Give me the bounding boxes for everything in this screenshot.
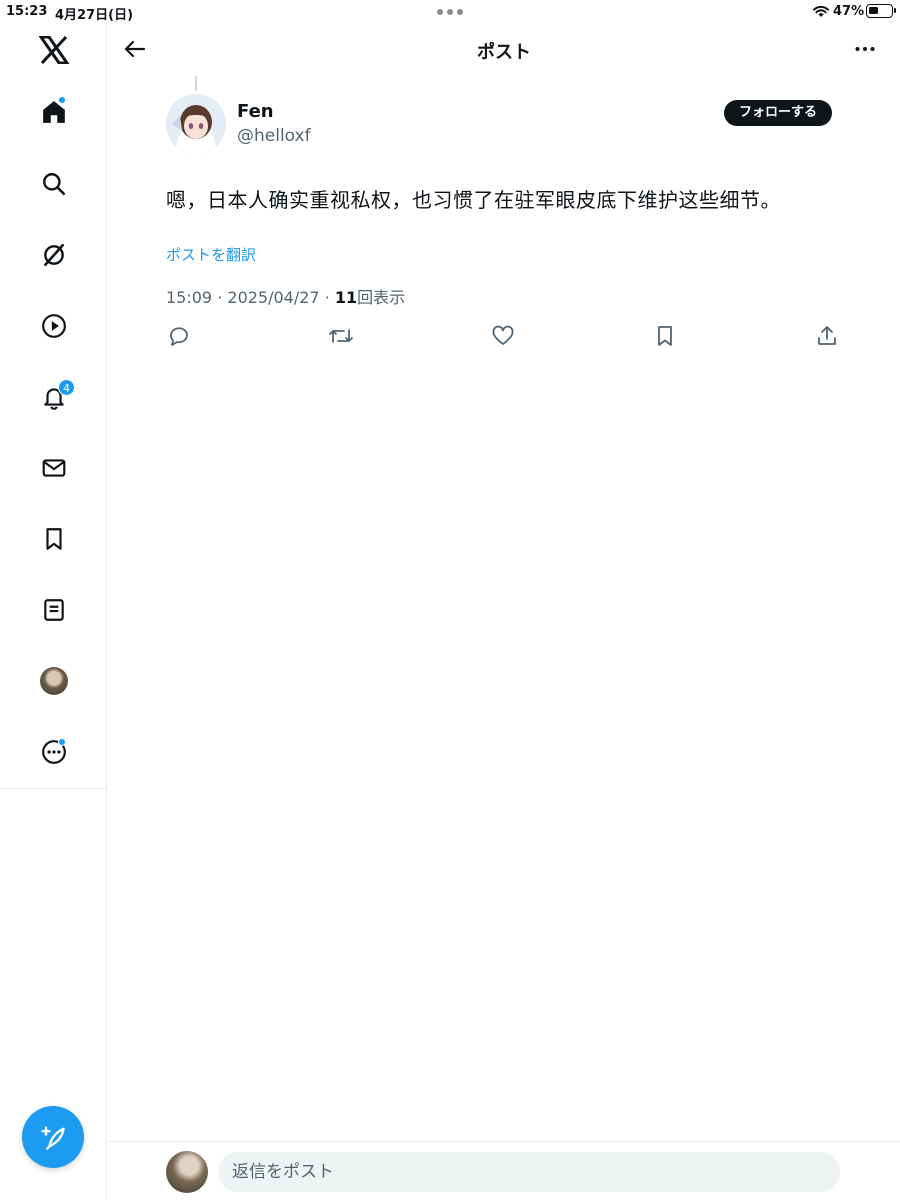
multitasking-dots-icon[interactable]	[437, 9, 463, 15]
profile-avatar-image	[40, 667, 68, 695]
grok-icon[interactable]	[32, 233, 76, 277]
notifications-badge: 4	[58, 379, 75, 396]
home-unread-dot	[58, 96, 66, 104]
reply-user-avatar	[166, 1151, 208, 1193]
post-time[interactable]: 15:09	[166, 288, 212, 307]
video-icon[interactable]	[32, 304, 76, 348]
status-date: 4月27日(日)	[55, 8, 134, 23]
reply-bar	[108, 1141, 900, 1200]
author-name[interactable]: Fen	[237, 101, 274, 122]
post-date[interactable]: 2025/04/27	[227, 288, 319, 307]
compose-post-button[interactable]	[22, 1106, 84, 1168]
bookmarks-icon[interactable]	[32, 517, 76, 561]
post-text: 嗯，日本人确实重视私权，也习惯了在驻军眼皮底下维护这些细节。	[166, 188, 781, 212]
reply-icon	[170, 327, 188, 346]
more-options-button[interactable]	[850, 34, 880, 64]
repost-button[interactable]	[328, 322, 354, 350]
bookmark-icon	[658, 326, 672, 346]
compose-post-icon	[41, 1126, 65, 1150]
thread-line	[195, 76, 197, 91]
status-bar: 15:23 4月27日(日) 47%	[0, 0, 900, 24]
status-time: 15:23	[6, 4, 48, 19]
post-meta: 15:09 · 2025/04/27 · 11回表示	[166, 284, 405, 308]
reply-button[interactable]	[166, 322, 192, 350]
reply-input[interactable]	[218, 1152, 840, 1192]
views-count[interactable]: 11	[335, 288, 357, 307]
battery-percent: 47%	[833, 4, 865, 19]
x-logo-icon[interactable]	[32, 28, 76, 72]
more-unread-dot	[58, 738, 66, 746]
more-horizontal-icon	[855, 47, 875, 51]
follow-button[interactable]: フォローする	[724, 100, 832, 126]
lists-icon[interactable]	[32, 588, 76, 632]
share-icon	[818, 326, 836, 345]
battery-level-fill	[869, 7, 878, 14]
more-icon[interactable]	[32, 730, 76, 774]
repost-icon	[329, 329, 353, 343]
author-handle[interactable]: @helloxf	[237, 126, 311, 146]
profile-avatar[interactable]	[32, 659, 76, 703]
wifi-icon	[813, 5, 829, 17]
post-actions	[166, 322, 840, 352]
page-title: ポスト	[477, 42, 531, 63]
translate-post-link[interactable]: ポストを翻訳	[166, 244, 256, 265]
post-header: ポスト	[108, 24, 900, 76]
author-avatar[interactable]	[166, 94, 226, 154]
battery-icon	[866, 4, 896, 18]
home-icon[interactable]	[32, 90, 76, 134]
sidebar-divider	[0, 788, 107, 789]
like-icon	[492, 325, 514, 345]
sidebar-nav: 4	[0, 24, 107, 1200]
notifications-icon[interactable]: 4	[32, 375, 76, 419]
like-button[interactable]	[490, 322, 516, 350]
messages-icon[interactable]	[32, 446, 76, 490]
meta-separator: ·	[324, 288, 330, 307]
bookmark-button[interactable]	[652, 322, 678, 350]
search-icon[interactable]	[32, 162, 76, 206]
views-label[interactable]: 回表示	[357, 288, 405, 307]
meta-separator: ·	[217, 288, 223, 307]
share-button[interactable]	[814, 322, 840, 350]
